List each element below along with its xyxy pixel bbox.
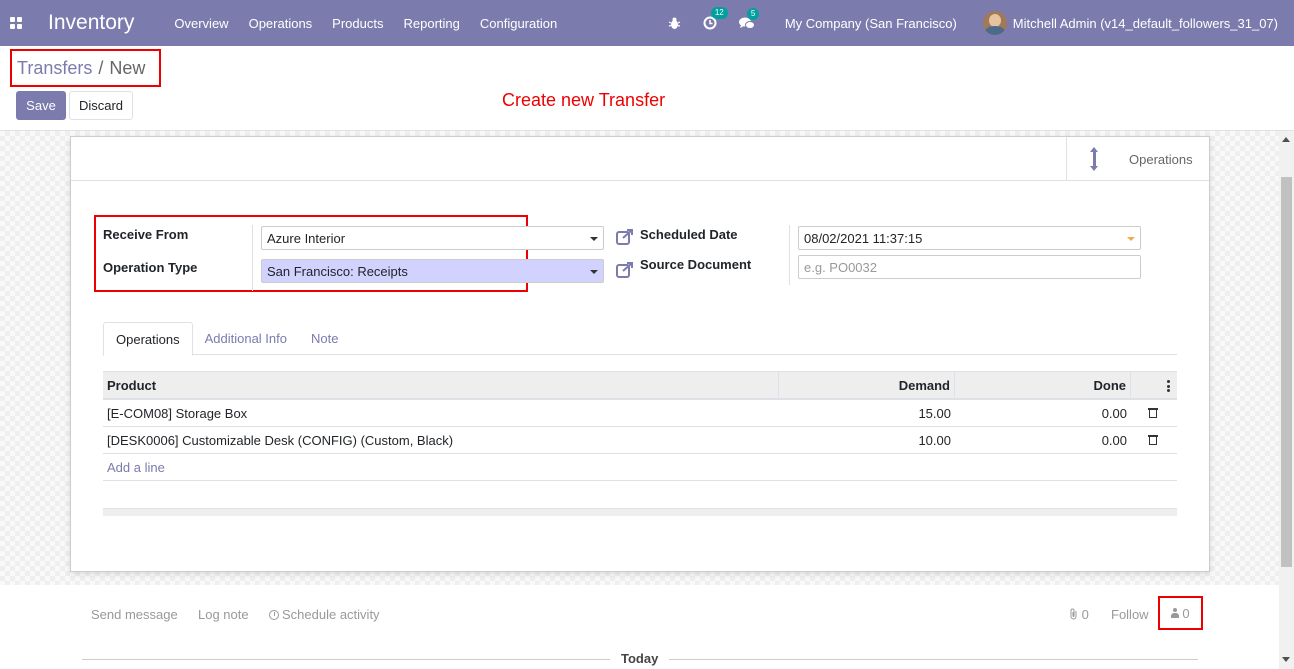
operations-smart-button[interactable]: Operations — [1066, 137, 1209, 181]
operation-type-select[interactable]: San Francisco: Receipts — [261, 259, 604, 283]
person-icon — [1171, 608, 1180, 618]
message-count-badge: 5 — [746, 7, 760, 20]
scroll-up-arrow-icon[interactable] — [1282, 137, 1290, 142]
table-header: Product Demand Done — [103, 371, 1177, 400]
trash-icon[interactable] — [1148, 434, 1158, 446]
activity-clock-icon[interactable]: 12 — [703, 7, 728, 30]
save-button[interactable]: Save — [16, 91, 66, 120]
apps-menu-icon[interactable] — [0, 0, 32, 46]
external-link-icon[interactable] — [616, 262, 634, 278]
schedule-activity-button[interactable]: Schedule activity — [269, 607, 380, 622]
receive-from-select[interactable]: Azure Interior — [261, 226, 604, 250]
arrows-v-icon — [1083, 147, 1107, 171]
field-divider — [789, 225, 790, 285]
debug-bug-icon[interactable] — [668, 17, 681, 30]
schedule-activity-label: Schedule activity — [282, 607, 380, 622]
column-header-product[interactable]: Product — [103, 372, 779, 398]
row-product: [E-COM08] Storage Box — [107, 405, 248, 421]
user-menu[interactable]: Mitchell Admin (v14_default_followers_31… — [1013, 16, 1278, 31]
add-line-row: Add a line — [103, 454, 1177, 481]
table-row[interactable]: [E-COM08] Storage Box 15.00 0.00 — [103, 400, 1177, 427]
row-done: 0.00 — [1101, 405, 1127, 421]
operation-type-value: San Francisco: Receipts — [267, 263, 408, 279]
main-menu: Overview Operations Products Reporting C… — [174, 16, 577, 31]
navbar-systray: 12 5 My Company (San Francisco) Mitchell… — [646, 7, 1278, 35]
table-row[interactable]: [DESK0006] Customizable Desk (CONFIG) (C… — [103, 427, 1177, 454]
row-demand: 10.00 — [918, 432, 951, 448]
chatter: Send message Log note Schedule activity … — [0, 585, 1279, 669]
column-header-demand[interactable]: Demand — [779, 372, 955, 398]
scheduled-date-value: 08/02/2021 11:37:15 — [804, 230, 923, 246]
menu-item-products[interactable]: Products — [332, 16, 383, 31]
attachments-count: 0 — [1081, 607, 1089, 622]
source-document-placeholder: e.g. PO0032 — [804, 259, 877, 275]
external-link-icon[interactable] — [616, 229, 634, 245]
table-footer — [103, 508, 1177, 516]
control-panel: Transfers / New Save Discard Create new … — [0, 46, 1294, 131]
operations-smart-button-label: Operations — [1129, 151, 1193, 167]
breadcrumb-separator: / — [98, 57, 104, 78]
send-message-button[interactable]: Send message — [91, 607, 178, 622]
menu-item-configuration[interactable]: Configuration — [480, 16, 557, 31]
field-divider — [252, 225, 253, 291]
activity-count-badge: 12 — [710, 7, 728, 19]
operation-type-label: Operation Type — [103, 260, 198, 275]
row-done: 0.00 — [1101, 432, 1127, 448]
scheduled-date-input[interactable]: 08/02/2021 11:37:15 — [798, 226, 1141, 250]
attachments-button[interactable]: 0 — [1069, 607, 1089, 622]
optional-columns-icon[interactable] — [1167, 380, 1170, 392]
menu-item-reporting[interactable]: Reporting — [403, 16, 459, 31]
follow-button[interactable]: Follow — [1111, 607, 1149, 622]
trash-icon[interactable] — [1148, 407, 1158, 419]
messages-chat-icon[interactable]: 5 — [738, 7, 760, 30]
paperclip-icon — [1070, 608, 1077, 620]
source-document-input[interactable]: e.g. PO0032 — [798, 255, 1141, 279]
breadcrumb-transfers-link[interactable]: Transfers — [17, 58, 92, 79]
vertical-scrollbar[interactable] — [1279, 131, 1294, 669]
row-product: [DESK0006] Customizable Desk (CONFIG) (C… — [107, 432, 454, 448]
receive-from-label: Receive From — [103, 227, 189, 242]
today-label: Today — [610, 651, 670, 666]
breadcrumb: Transfers / New — [10, 49, 161, 87]
scheduled-date-label: Scheduled Date — [640, 227, 738, 242]
annotation-text: Create new Transfer — [502, 90, 666, 110]
followers-button[interactable]: 0 — [1158, 596, 1203, 630]
tab-note[interactable]: Note — [299, 322, 350, 355]
app-title[interactable]: Inventory — [48, 11, 134, 35]
column-header-done[interactable]: Done — [955, 372, 1131, 398]
discard-button[interactable]: Discard — [69, 91, 133, 120]
smart-button-box: Operations — [71, 137, 1209, 181]
company-switcher[interactable]: My Company (San Francisco) — [785, 16, 957, 31]
scroll-thumb[interactable] — [1281, 177, 1292, 567]
add-line-link[interactable]: Add a line — [103, 460, 169, 475]
form-sheet: Operations Receive From Operation Type A… — [70, 136, 1210, 572]
scroll-down-arrow-icon[interactable] — [1282, 657, 1290, 662]
row-demand: 15.00 — [918, 405, 951, 421]
tab-operations[interactable]: Operations — [103, 322, 193, 356]
source-document-label: Source Document — [640, 257, 752, 272]
breadcrumb-current: New — [109, 57, 146, 78]
receive-from-value: Azure Interior — [267, 230, 346, 246]
tab-additional-info[interactable]: Additional Info — [193, 322, 299, 355]
log-note-button[interactable]: Log note — [198, 607, 249, 622]
clock-icon — [269, 610, 279, 620]
top-navbar: Inventory Overview Operations Products R… — [0, 0, 1294, 46]
followers-count: 0 — [1182, 605, 1190, 621]
menu-item-operations[interactable]: Operations — [249, 16, 313, 31]
operations-table: Product Demand Done [E-COM08] Storage Bo… — [103, 371, 1177, 516]
notebook-tabs: Operations Additional Info Note — [103, 322, 1177, 356]
menu-item-overview[interactable]: Overview — [174, 16, 228, 31]
user-avatar[interactable] — [982, 11, 1007, 35]
